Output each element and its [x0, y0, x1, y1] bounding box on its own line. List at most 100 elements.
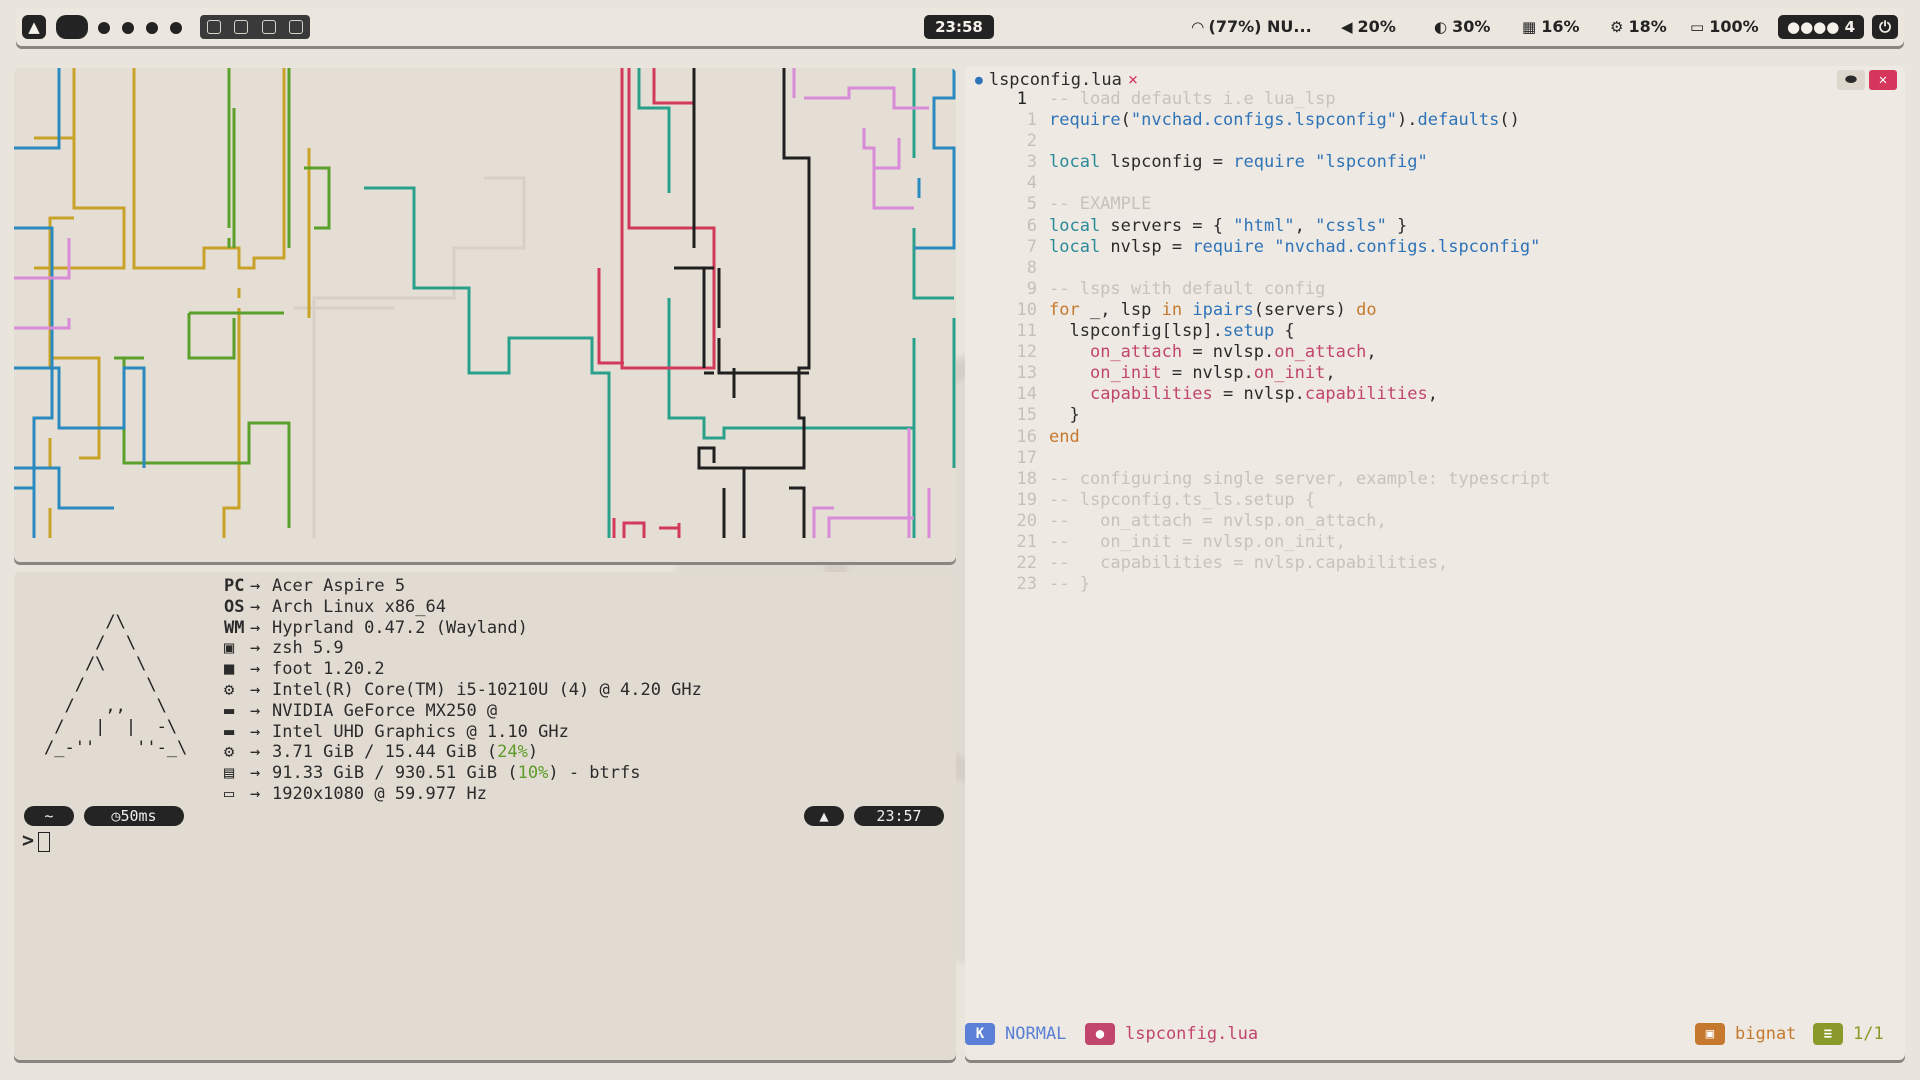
clock[interactable]: 23:58: [924, 15, 994, 39]
info-percent: 24%: [497, 742, 528, 763]
line-number: 15: [1016, 405, 1037, 426]
code-token: on_init: [1089, 363, 1162, 384]
code-line[interactable]: 21 -- on_init = nvlsp.on_init,: [965, 532, 1551, 553]
info-row: ■ → foot 1.20.2: [224, 659, 702, 680]
code-line[interactable]: 2: [965, 131, 1551, 152]
terminal-icon[interactable]: [261, 20, 276, 34]
code-line[interactable]: 3 local lspconfig = require "lspconfig": [965, 152, 1551, 173]
code-token: -- }: [1049, 574, 1090, 595]
code-line[interactable]: 9 -- lsps with default config: [965, 279, 1551, 300]
code-token: -- lsps with default config: [1049, 278, 1326, 299]
code-area[interactable]: 1 -- load defaults i.e lua_lsp 1 require("n…: [965, 89, 1551, 595]
terminal-window[interactable]: /\ / \ /\ \ / \ / ,, \ / | | -\ /_-'' ''…: [14, 572, 956, 1060]
code-token: = nvlsp.: [1182, 342, 1275, 363]
code-line[interactable]: 10 for _, lsp in ipairs (servers) do: [965, 300, 1551, 321]
taskbar-apps[interactable]: [200, 15, 310, 39]
workspace-active[interactable]: [56, 15, 88, 39]
workspace-dot[interactable]: [98, 22, 110, 34]
code-token: "lspconfig": [1315, 152, 1428, 173]
power-icon[interactable]: ⏻: [1872, 15, 1898, 39]
code-line[interactable]: 8: [965, 258, 1551, 279]
prompt-clock: 23:57: [854, 806, 944, 826]
code-line[interactable]: 11 lspconfig[lsp]. setup {: [965, 321, 1551, 342]
code-line[interactable]: 4: [965, 173, 1551, 194]
workspace-dot[interactable]: [122, 22, 134, 34]
info-value: 91.33 GiB / 930.51 GiB (: [272, 763, 518, 784]
lines-icon: ≡: [1813, 1023, 1843, 1045]
cpu-status[interactable]: ⚙ 18%: [1610, 17, 1667, 36]
app-icon[interactable]: [206, 20, 221, 34]
arch-logo-icon[interactable]: ▲: [22, 15, 46, 39]
battery-status[interactable]: ▭ 100%: [1690, 17, 1759, 36]
code-line[interactable]: 13 on_init = nvlsp. on_init,: [965, 363, 1551, 384]
arrow-icon: →: [250, 659, 261, 680]
notifications-button[interactable]: ●●●● 4: [1778, 15, 1864, 39]
line-number: 1: [1026, 110, 1037, 131]
code-line[interactable]: 1 -- load defaults i.e lua_lsp: [965, 89, 1551, 110]
code-line[interactable]: 12 on_attach = nvlsp. on_attach,: [965, 342, 1551, 363]
code-token: = nvlsp.: [1161, 363, 1254, 384]
code-line[interactable]: 6 local servers = { "html", "cssls" }: [965, 216, 1551, 237]
code-line[interactable]: 1 require("nvchad.configs.lspconfig"). def…: [965, 110, 1551, 131]
code-line[interactable]: 7 local nvlsp = require "nvchad.configs.l…: [965, 237, 1551, 258]
code-token: (servers): [1253, 299, 1357, 320]
info-row: ▤ → 91.33 GiB / 930.51 GiB (10%) - btrfs: [224, 763, 702, 784]
info-value: Hyprland 0.47.2 (Wayland): [272, 617, 528, 638]
code-line[interactable]: 15 }: [965, 405, 1551, 426]
code-line[interactable]: 20 -- on_attach = nvlsp.on_attach,: [965, 511, 1551, 532]
pipes-window[interactable]: [14, 68, 956, 562]
line-number: 9: [1026, 278, 1037, 299]
code-line[interactable]: 19 -- lspconfig.ts_ls.setup {: [965, 490, 1551, 511]
tab-lspconfig[interactable]: ● lspconfig.lua ×: [975, 70, 1138, 90]
volume-status[interactable]: ◀ 20%: [1341, 17, 1396, 36]
toggle-icon[interactable]: ⬬: [1837, 70, 1865, 90]
info-value: Acer Aspire 5: [272, 576, 406, 596]
code-line[interactable]: 17: [965, 448, 1551, 469]
editor-window[interactable]: ● lspconfig.lua × ⬬ ✕ 1 -- load defaults …: [965, 66, 1905, 1060]
terminal-icon[interactable]: [289, 20, 304, 34]
line-number: 7: [1026, 236, 1037, 257]
mode-label: NORMAL: [1005, 1024, 1067, 1044]
code-token: setup: [1223, 321, 1275, 342]
code-token: do: [1356, 299, 1377, 320]
line-number: 18: [1016, 468, 1037, 489]
code-token: end: [1049, 426, 1080, 447]
info-row: ▣ → zsh 5.9: [224, 638, 702, 659]
code-token: -- capabilities = nvlsp.capabilities,: [1049, 553, 1449, 574]
brightness-icon: ◐: [1434, 17, 1448, 36]
terminal-icon: ■: [224, 659, 235, 680]
cpu-icon: ⚙: [224, 679, 235, 700]
code-line[interactable]: 18 -- configuring single server, example:…: [965, 469, 1551, 490]
line-number: 2: [1026, 131, 1037, 152]
line-number: 14: [1016, 384, 1037, 405]
arrow-icon: →: [250, 742, 261, 763]
info-value: ): [527, 742, 539, 763]
close-icon[interactable]: ✕: [1869, 70, 1897, 90]
wifi-label: (77%) NU...: [1208, 17, 1312, 36]
arrow-icon: →: [250, 763, 261, 784]
branch-label: bignat: [1735, 1024, 1797, 1044]
memory-status[interactable]: ▦ 16%: [1522, 17, 1579, 36]
code-token: -- lspconfig.ts_ls.setup {: [1049, 489, 1316, 510]
tab-close-icon[interactable]: ×: [1128, 70, 1138, 90]
code-line[interactable]: 14 capabilities = nvlsp. capabilities,: [965, 384, 1551, 405]
wifi-status[interactable]: ◠ (77%) NU...: [1192, 17, 1312, 36]
workspace-dot[interactable]: [146, 22, 158, 34]
code-line[interactable]: 22 -- capabilities = nvlsp.capabilities,: [965, 553, 1551, 574]
code-line[interactable]: 16 end: [965, 427, 1551, 448]
arch-ascii-logo: /\ / \ /\ \ / \ / ,, \ / | | -\ /_-'' ''…: [44, 612, 188, 758]
workspace-dot[interactable]: [170, 22, 182, 34]
prompt-line[interactable]: >: [22, 828, 51, 852]
info-value: ) - btrfs: [548, 763, 641, 784]
code-token: in: [1161, 299, 1183, 320]
prompt-duration: ◷ 50ms: [84, 806, 184, 826]
code-token: local: [1049, 236, 1101, 257]
code-line[interactable]: 23 -- }: [965, 574, 1551, 595]
terminal-icon[interactable]: [234, 20, 249, 34]
brightness-status[interactable]: ◐ 30%: [1434, 17, 1490, 36]
code-line[interactable]: 5 -- EXAMPLE: [965, 194, 1551, 215]
disk-icon: ▤: [224, 763, 235, 784]
notification-count: 4: [1844, 18, 1855, 36]
